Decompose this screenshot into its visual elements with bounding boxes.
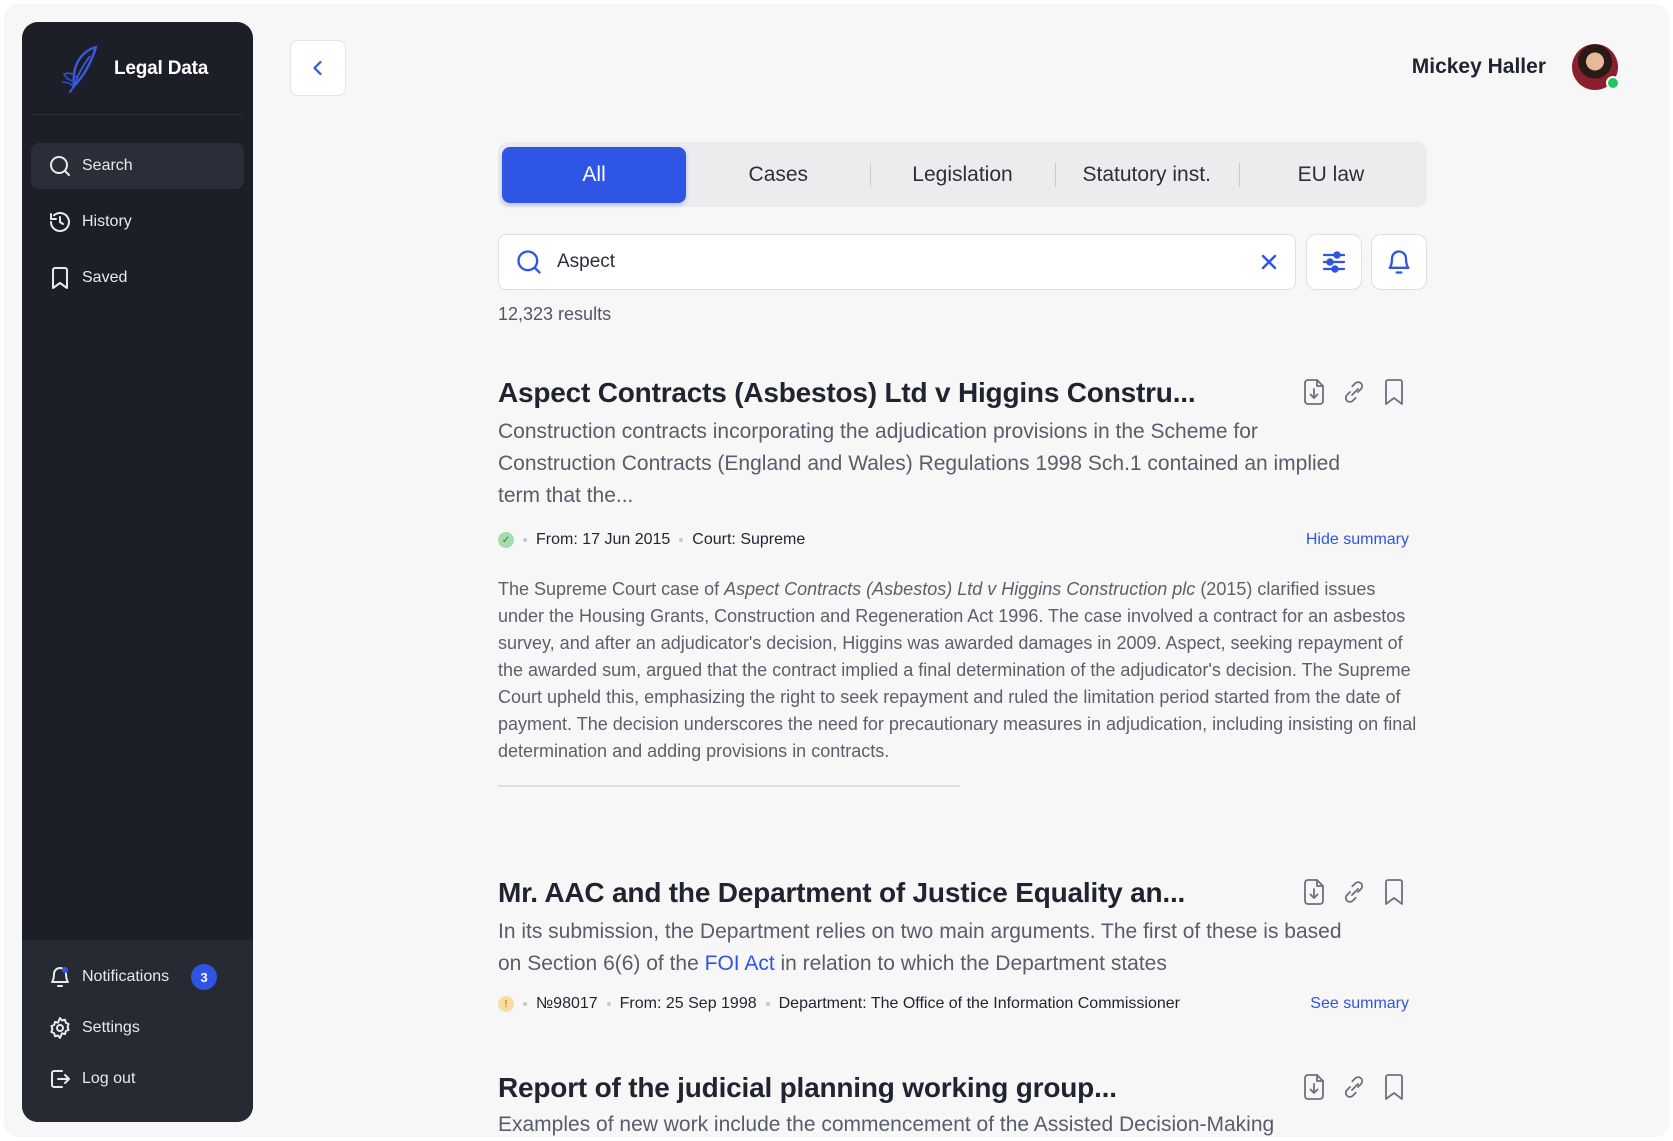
sidebar-item-logout[interactable]: Log out — [31, 1056, 244, 1102]
brand[interactable]: Legal Data — [60, 42, 208, 96]
meta-date: From: 25 Sep 1998 — [619, 995, 757, 1012]
avatar[interactable] — [1572, 44, 1620, 90]
search-icon — [50, 156, 70, 176]
result-snippet: Examples of new work include the commenc… — [498, 1113, 1275, 1136]
close-icon[interactable] — [1259, 252, 1279, 272]
online-status-dot — [1606, 76, 1620, 90]
bookmark-icon[interactable] — [1381, 378, 1407, 406]
search-icon — [517, 250, 541, 274]
result-meta: ✓ From: 17 Jun 2015 Court: Supreme Hide … — [498, 530, 1423, 550]
tab-legislation[interactable]: Legislation — [870, 147, 1054, 203]
meta-date: From: 17 Jun 2015 — [536, 531, 671, 548]
warning-status-icon: ! — [498, 996, 514, 1012]
verified-status-icon: ✓ — [498, 532, 514, 548]
summary-case-name: Aspect Contracts (Asbestos) Ltd v Higgin… — [724, 579, 1196, 599]
link-icon[interactable] — [1341, 878, 1367, 906]
sidebar-item-label: History — [82, 213, 132, 230]
result-item: Report of the judicial planning working … — [498, 1071, 1423, 1141]
summary-text: The Supreme Court case of — [498, 579, 725, 599]
meta-separator — [679, 538, 684, 542]
bell-icon — [1388, 250, 1410, 274]
result-title[interactable]: Aspect Contracts (Asbestos) Ltd v Higgin… — [498, 376, 1423, 410]
sidebar-nav: Search History Saved — [31, 143, 244, 311]
back-button[interactable] — [290, 40, 346, 96]
link-icon[interactable] — [1341, 1073, 1367, 1101]
result-actions — [1301, 878, 1407, 906]
result-title[interactable]: Report of the judicial planning working … — [498, 1071, 1423, 1105]
sidebar-item-saved[interactable]: Saved — [31, 255, 244, 301]
results-count: 12,323 results — [498, 304, 612, 324]
result-snippet: In its submission, the Department relies… — [498, 916, 1358, 980]
sidebar: Legal Data Search History Saved Notifica… — [22, 22, 253, 1122]
user-menu[interactable]: Mickey Haller — [1411, 44, 1620, 90]
meta-separator — [765, 1002, 770, 1006]
foi-act-link[interactable]: FOI Act — [705, 952, 775, 975]
meta-court: Court: Supreme — [692, 531, 806, 548]
sidebar-item-search[interactable]: Search — [31, 143, 244, 189]
search-input[interactable] — [557, 251, 1259, 273]
result-item: Mr. AAC and the Department of Justice Eq… — [498, 876, 1423, 1014]
download-icon[interactable] — [1301, 1073, 1327, 1101]
brand-name: Legal Data — [114, 58, 209, 79]
sidebar-item-label: Search — [82, 157, 133, 174]
history-icon — [50, 212, 70, 232]
sidebar-item-settings[interactable]: Settings — [31, 1005, 244, 1051]
tab-eu-law[interactable]: EU law — [1238, 147, 1423, 203]
result-summary: The Supreme Court case of Aspect Contrac… — [498, 576, 1423, 765]
meta-number: №98017 — [536, 995, 598, 1012]
notifications-count-badge: 3 — [191, 964, 218, 990]
link-icon[interactable] — [1341, 378, 1367, 406]
filters-button[interactable] — [1306, 234, 1362, 290]
see-summary-link[interactable]: See summary — [1310, 995, 1409, 1013]
sidebar-item-label: Saved — [82, 269, 128, 286]
alerts-button[interactable] — [1371, 234, 1427, 290]
result-actions — [1301, 378, 1407, 406]
meta-separator — [606, 1002, 611, 1006]
brand-divider — [32, 114, 243, 115]
feather-logo-icon — [61, 45, 98, 93]
result-title[interactable]: Mr. AAC and the Department of Justice Eq… — [498, 876, 1423, 910]
chevron-left-icon — [313, 60, 322, 76]
snippet-text: in relation to which the Department stat… — [774, 952, 1167, 975]
download-icon[interactable] — [1301, 378, 1327, 406]
bookmark-icon[interactable] — [1381, 878, 1407, 906]
result-meta: ! №98017 From: 25 Sep 1998 Department: T… — [498, 994, 1423, 1014]
sliders-icon — [1322, 251, 1346, 273]
hide-summary-link[interactable]: Hide summary — [1306, 531, 1409, 549]
sidebar-item-label: Settings — [82, 1019, 140, 1036]
tab-statutory-inst[interactable]: Statutory inst. — [1054, 147, 1239, 203]
sidebar-item-notifications[interactable]: Notifications 3 — [31, 954, 244, 1000]
sidebar-item-label: Log out — [82, 1070, 136, 1087]
logout-icon — [51, 1070, 70, 1088]
user-name: Mickey Haller — [1411, 55, 1546, 78]
download-icon[interactable] — [1301, 878, 1327, 906]
search-box — [498, 234, 1296, 290]
bookmark-icon — [52, 267, 68, 289]
sidebar-item-history[interactable]: History — [31, 199, 244, 245]
meta-separator — [523, 1002, 527, 1006]
bell-icon — [51, 967, 69, 987]
meta-separator — [523, 538, 527, 542]
sidebar-item-label: Notifications — [82, 968, 170, 985]
meta-department: Department: The Office of the Informatio… — [778, 995, 1180, 1012]
result-snippet: Construction contracts incorporating the… — [498, 420, 1341, 507]
sidebar-bottom: Notifications 3 Settings Log out — [22, 940, 253, 1122]
result-item: Aspect Contracts (Asbestos) Ltd v Higgin… — [498, 376, 1423, 787]
category-tabs: All Cases Legislation Statutory inst. EU… — [498, 142, 1427, 207]
tab-all[interactable]: All — [502, 146, 687, 203]
gear-icon — [50, 1017, 70, 1039]
tab-cases[interactable]: Cases — [686, 147, 870, 203]
result-divider — [498, 785, 960, 787]
result-actions — [1301, 1073, 1407, 1101]
summary-text: (2015) clarified issues under the Housin… — [498, 579, 1417, 761]
bookmark-icon[interactable] — [1381, 1073, 1407, 1101]
